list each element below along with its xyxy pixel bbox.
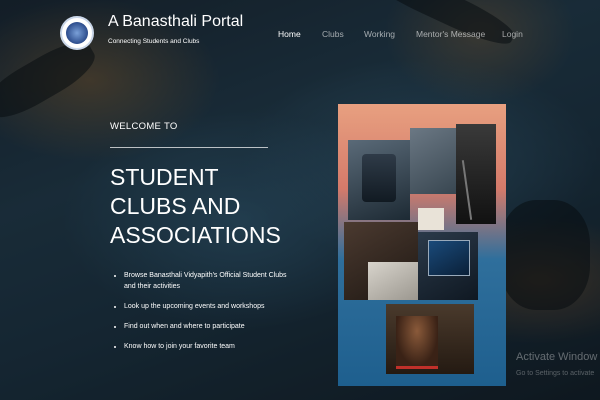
nav-home[interactable]: Home <box>278 29 301 39</box>
nav-mentors-message[interactable]: Mentor's Message <box>416 29 485 39</box>
feature-item: Browse Banasthali Vidyapith's Official S… <box>124 270 294 292</box>
polaroid-photo <box>418 208 444 230</box>
microphone-photo <box>456 124 496 224</box>
ink-bottle-icon <box>362 154 396 202</box>
tree-branch-decor <box>500 200 590 310</box>
feature-item: Look up the upcoming events and workshop… <box>124 301 294 312</box>
headline-line: CLUBS AND <box>110 193 241 219</box>
nav-login[interactable]: Login <box>502 29 523 39</box>
feature-item: Find out when and where to participate <box>124 321 294 332</box>
welcome-label: WELCOME TO <box>110 121 178 132</box>
activate-windows-watermark: Activate Window <box>516 351 598 363</box>
nav-clubs[interactable]: Clubs <box>322 29 344 39</box>
feature-item: Know how to join your favorite team <box>124 341 294 352</box>
headline-line: STUDENT <box>110 164 219 190</box>
feature-list: Browse Banasthali Vidyapith's Official S… <box>110 270 294 361</box>
university-seal-icon <box>66 22 88 44</box>
divider <box>110 147 268 148</box>
site-title[interactable]: A Banasthali Portal <box>108 13 243 31</box>
clubs-collage-image <box>338 104 506 386</box>
site-subtitle: Connecting Students and Clubs <box>108 38 200 45</box>
page: A Banasthali Portal Connecting Students … <box>0 0 600 400</box>
sheet-music-photo <box>368 262 420 300</box>
page-headline: STUDENT CLUBS AND ASSOCIATIONS <box>110 163 310 250</box>
dancer-feet-icon <box>396 316 438 369</box>
activate-windows-hint: Go to Settings to activate <box>516 370 595 377</box>
nav-working[interactable]: Working <box>364 29 395 39</box>
laptop-icon <box>428 240 470 276</box>
portal-logo[interactable] <box>60 16 94 50</box>
headline-line: ASSOCIATIONS <box>110 222 281 248</box>
